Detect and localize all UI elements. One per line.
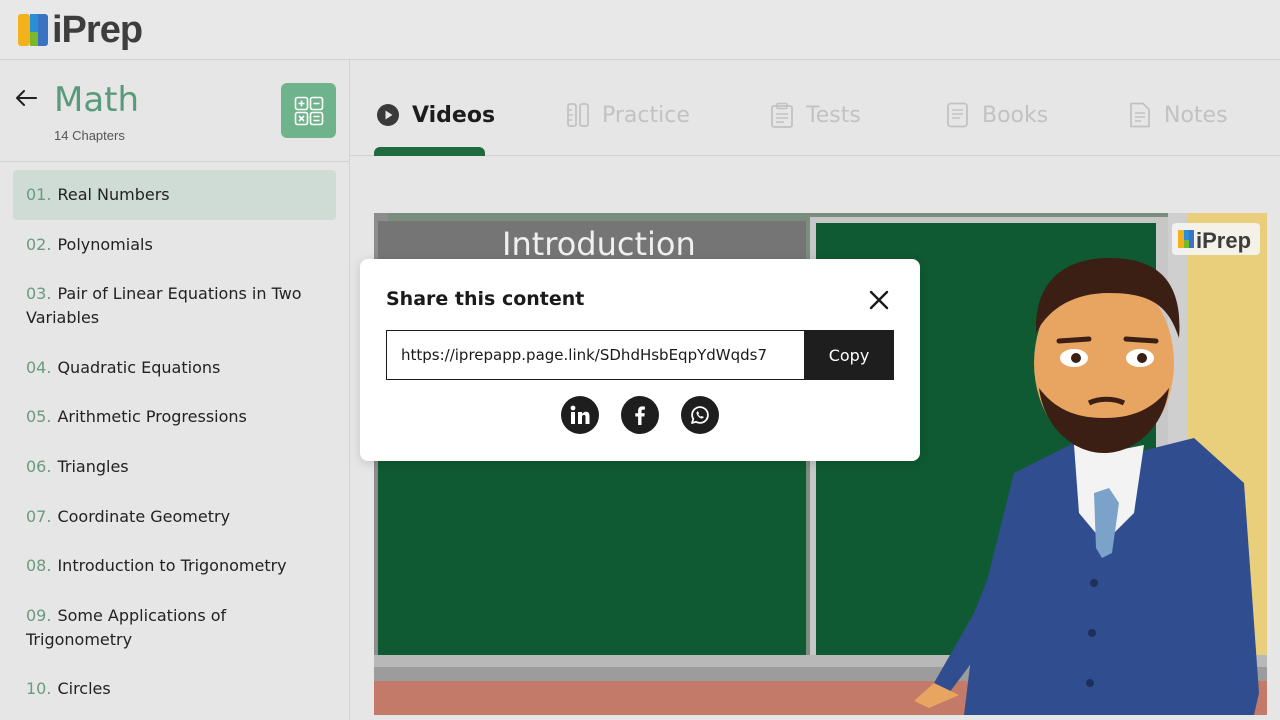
logo-text: iPrep [52,8,143,51]
chapter-title: Circles [57,679,111,698]
chapter-item-circles[interactable]: 10. Circles [13,677,336,701]
share-url-input[interactable] [386,330,805,380]
chapter-number: 07. [26,507,52,526]
chapter-number: 06. [26,457,52,476]
back-arrow-icon[interactable] [14,86,38,110]
content-tabs: Videos Practice Tests Books Notes [350,60,1280,156]
chapter-title: Coordinate Geometry [57,507,231,526]
book-icon [946,102,970,128]
tab-label: Practice [602,102,690,128]
chapter-item-real-numbers[interactable]: 01. Real Numbers [13,170,336,220]
chapter-item-triangles[interactable]: 06. Triangles [13,455,336,479]
tab-label: Videos [412,102,496,128]
iprep-logo[interactable]: iPrep [18,8,143,52]
chapter-item-quadratic-equations[interactable]: 04. Quadratic Equations [13,356,336,380]
facebook-icon[interactable] [621,396,659,434]
chapter-number: 09. [26,606,52,625]
logo-mark-icon [18,14,50,46]
share-modal: Share this content Copy [360,259,920,461]
board-title: Introduction [502,225,696,263]
copy-button[interactable]: Copy [804,330,894,380]
ruler-icon [566,102,590,128]
close-icon[interactable] [866,287,892,313]
chapter-number: 05. [26,407,52,426]
chapter-sidebar: Math 14 Chapters 01. Real Numbers 02. Poly… [0,60,350,720]
chapter-title: Quadratic Equations [57,358,221,377]
chapter-item-linear-equations[interactable]: 03. Pair of Linear Equations in Two Varia… [13,282,323,330]
chapter-number: 10. [26,679,52,698]
chapter-number: 01. [26,185,52,204]
tab-tests[interactable]: Tests [770,100,861,130]
whatsapp-icon[interactable] [681,396,719,434]
active-tab-indicator [374,147,485,156]
calculator-button[interactable] [281,83,336,138]
chapter-item-applications-trigonometry[interactable]: 09. Some Applications of Trigonometry [13,604,273,652]
chapter-item-intro-trigonometry[interactable]: 08. Introduction to Trigonometry [13,554,336,578]
subject-title: Math [54,80,140,120]
linkedin-icon[interactable] [561,396,599,434]
tab-videos[interactable]: Videos [376,100,495,130]
share-modal-title: Share this content [386,288,585,310]
chapter-title: Arithmetic Progressions [57,407,247,426]
calculator-icon [294,96,323,125]
top-bar: iPrep [0,0,1280,60]
chapter-item-polynomials[interactable]: 02. Polynomials [13,233,336,257]
chapter-item-arithmetic-progressions[interactable]: 05. Arithmetic Progressions [13,405,336,429]
chapter-title: Real Numbers [57,185,170,204]
chapter-item-coordinate-geometry[interactable]: 07. Coordinate Geometry [13,505,336,529]
chapter-title: Pair of Linear Equations in Two Variable… [26,284,302,327]
tab-label: Books [982,102,1049,128]
chapter-number: 08. [26,556,52,575]
chapter-number: 03. [26,284,52,303]
tab-notes[interactable]: Notes [1128,100,1228,130]
chapter-title: Triangles [57,457,129,476]
notes-icon [1128,102,1152,128]
chapters-count: 14 Chapters [54,128,125,143]
tab-practice[interactable]: Practice [566,100,690,130]
chapter-number: 04. [26,358,52,377]
clipboard-icon [770,102,794,128]
tab-label: Notes [1164,102,1228,128]
chapter-title: Introduction to Trigonometry [57,556,287,575]
tab-books[interactable]: Books [946,100,1048,130]
chapter-title: Some Applications of Trigonometry [26,606,227,649]
video-watermark: iPrep [1196,228,1251,253]
chapter-title: Polynomials [57,235,153,254]
tab-label: Tests [806,102,861,128]
chapter-number: 02. [26,235,52,254]
play-icon [376,103,400,127]
sidebar-header: Math 14 Chapters [0,60,349,162]
